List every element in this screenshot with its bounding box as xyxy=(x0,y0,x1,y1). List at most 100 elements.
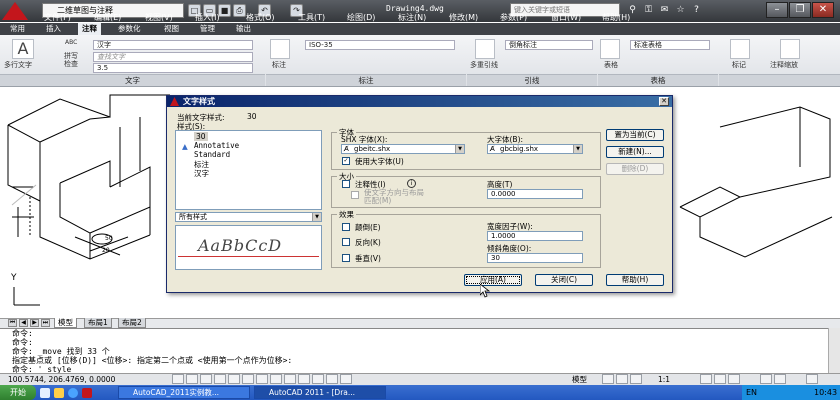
isolate-icon[interactable] xyxy=(760,374,772,384)
snap-toggle-icon[interactable] xyxy=(172,374,184,384)
spell-check-button[interactable]: 拼写 检查 xyxy=(64,52,82,68)
status-menu-icon[interactable] xyxy=(774,374,786,384)
tab-insert[interactable]: 插入 xyxy=(42,23,65,35)
width-factor-input[interactable]: 1.0000 xyxy=(487,231,583,241)
annotation-scale-status[interactable]: 1:1 xyxy=(658,374,670,385)
tab-layout1[interactable]: 布局1 xyxy=(84,318,112,328)
menu-dimension[interactable]: 标注(N) xyxy=(398,12,426,23)
otrack-toggle-icon[interactable] xyxy=(256,374,268,384)
dialog-close-text-button[interactable]: 关闭(C) xyxy=(535,274,593,286)
clock[interactable]: 10:43 xyxy=(814,385,837,400)
text-style-combo[interactable]: 汉字 xyxy=(93,40,253,50)
markup-icon[interactable] xyxy=(730,39,750,59)
menu-draw[interactable]: 绘图(D) xyxy=(347,12,375,23)
multiline-text-label[interactable]: 多行文字 xyxy=(4,60,32,70)
height-input[interactable]: 0.0000 xyxy=(487,189,583,199)
text-height-combo[interactable]: 3.5 xyxy=(93,63,253,73)
apply-button[interactable]: 应用(A) xyxy=(464,274,522,286)
multiline-text-icon[interactable]: A xyxy=(12,39,34,59)
command-window[interactable]: 命令: 命令: 命令: _move 找到 33 个 指定基点或 [位移(D)] … xyxy=(0,328,828,374)
ducs-toggle-icon[interactable] xyxy=(270,374,282,384)
zoom-icon[interactable] xyxy=(630,374,642,384)
last-tab-icon[interactable]: ⏭ xyxy=(41,319,50,327)
styles-list[interactable]: 30 ▲ Annotative Standard 标注 汉字 xyxy=(175,130,322,210)
communication-icon[interactable]: ✉ xyxy=(658,4,671,17)
print-icon[interactable]: ⎙ xyxy=(233,4,246,17)
find-text-input[interactable]: 查找文字 xyxy=(93,52,253,62)
coordinates-readout[interactable]: 100.5744, 206.4769, 0.0000 xyxy=(8,374,115,385)
prev-tab-icon[interactable]: ◀ xyxy=(19,319,28,327)
grid-toggle-icon[interactable] xyxy=(186,374,198,384)
table-icon[interactable] xyxy=(600,39,620,59)
style-item-standard[interactable]: Standard xyxy=(194,150,230,159)
backwards-checkbox[interactable] xyxy=(342,238,350,246)
favorites-icon[interactable]: ☆ xyxy=(674,4,687,17)
minimize-button[interactable]: – xyxy=(766,2,788,18)
first-tab-icon[interactable]: ⏮ xyxy=(8,319,17,327)
multileader-icon[interactable] xyxy=(475,39,495,59)
task-button-autocad[interactable]: AutoCAD 2011 - [Dra... xyxy=(254,386,386,399)
use-big-font-label[interactable]: 使用大字体(U) xyxy=(355,156,404,167)
menu-tools[interactable]: 工具(T) xyxy=(298,12,325,23)
menu-modify[interactable]: 修改(M) xyxy=(449,12,478,23)
workspace-switch-icon[interactable] xyxy=(700,374,712,384)
menu-file[interactable]: 文件(F) xyxy=(44,12,71,23)
start-button[interactable]: 开始 xyxy=(0,385,36,400)
upside-down-checkbox[interactable] xyxy=(342,223,350,231)
close-button[interactable]: ✕ xyxy=(812,2,834,18)
pan-icon[interactable] xyxy=(616,374,628,384)
dialog-close-button[interactable]: ✕ xyxy=(659,97,669,106)
style-filter-combo[interactable]: 所有样式 ▼ xyxy=(175,212,322,222)
tab-layout2[interactable]: 布局2 xyxy=(118,318,146,328)
ortho-toggle-icon[interactable] xyxy=(200,374,212,384)
menu-view[interactable]: 视图(V) xyxy=(145,12,173,23)
tab-output[interactable]: 输出 xyxy=(232,23,255,35)
panel-leader-footer[interactable]: 引线 xyxy=(467,74,597,86)
restore-button[interactable]: ❐ xyxy=(789,2,811,18)
vertical-checkbox[interactable] xyxy=(342,254,350,262)
task-button-document[interactable]: AutoCAD_2011实例教... xyxy=(118,386,250,399)
osnap-toggle-icon[interactable] xyxy=(228,374,240,384)
vertical-label[interactable]: 垂直(V) xyxy=(355,253,381,264)
annotative-checkbox[interactable] xyxy=(342,180,350,188)
tab-parametric[interactable]: 参数化 xyxy=(114,23,145,35)
shx-font-combo[interactable]: A̸ gbeitc.shx ▼ xyxy=(341,144,465,154)
polar-toggle-icon[interactable] xyxy=(214,374,226,384)
help-icon[interactable]: ? xyxy=(690,4,703,17)
quick-properties-icon[interactable] xyxy=(326,374,338,384)
panel-text-footer[interactable]: 文字 xyxy=(0,74,265,86)
tab-annotate[interactable]: 注释 xyxy=(78,23,101,35)
multileader-label[interactable]: 多重引线 xyxy=(470,60,498,70)
clean-screen-icon[interactable] xyxy=(806,374,818,384)
panel-dim-footer[interactable]: 标注 xyxy=(266,74,466,86)
subscription-icon[interactable]: ⚿ xyxy=(642,4,655,17)
style-item-30[interactable]: 30 xyxy=(194,132,208,141)
annotation-scale-icon[interactable] xyxy=(780,39,800,59)
next-tab-icon[interactable]: ▶ xyxy=(30,319,39,327)
tab-manage[interactable]: 管理 xyxy=(196,23,219,35)
lock-icon[interactable] xyxy=(714,374,726,384)
annotation-scale-label[interactable]: 注释缩放 xyxy=(770,60,798,70)
explorer-icon[interactable] xyxy=(54,388,64,398)
help-button[interactable]: 帮助(H) xyxy=(606,274,664,286)
style-item-annotative[interactable]: Annotative xyxy=(194,141,239,150)
hardware-accel-icon[interactable] xyxy=(728,374,740,384)
browser-icon[interactable] xyxy=(68,388,78,398)
backwards-label[interactable]: 反向(K) xyxy=(355,237,381,248)
menu-parametric[interactable]: 参数(P) xyxy=(500,12,527,23)
table-style-combo[interactable]: 标准表格 xyxy=(630,40,710,50)
upside-down-label[interactable]: 颠倒(E) xyxy=(355,222,381,233)
dialog-title-bar[interactable]: 文字样式 xyxy=(167,96,672,107)
set-current-button[interactable]: 置为当前(C) xyxy=(606,129,664,141)
tab-home[interactable]: 常用 xyxy=(6,23,29,35)
dimension-icon[interactable] xyxy=(270,39,290,59)
mleader-style-combo[interactable]: 倒角标注 xyxy=(505,40,593,50)
use-big-font-checkbox[interactable]: ✓ xyxy=(342,157,350,165)
autocad-quick-icon[interactable] xyxy=(82,388,92,398)
selection-cycling-icon[interactable] xyxy=(340,374,352,384)
quicklaunch-icon[interactable] xyxy=(40,388,50,398)
menu-help[interactable]: 帮助(H) xyxy=(602,12,630,23)
menu-window[interactable]: 窗口(W) xyxy=(551,12,581,23)
big-font-combo[interactable]: A̸ gbcbig.shx ▼ xyxy=(487,144,583,154)
markup-label[interactable]: 标记 xyxy=(732,60,746,70)
